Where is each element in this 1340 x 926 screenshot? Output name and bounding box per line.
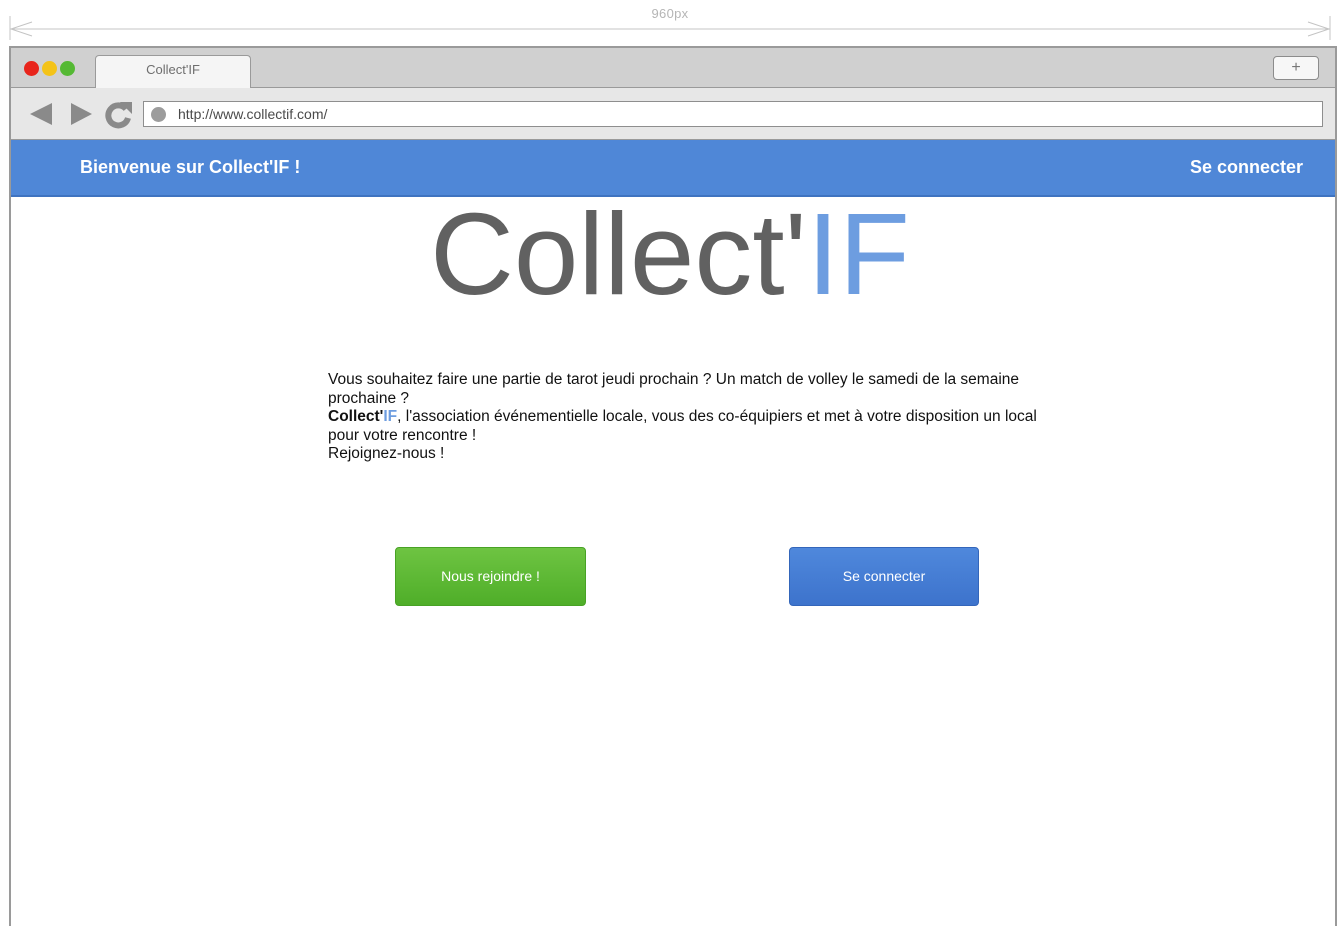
- logo-accent: IF: [806, 189, 910, 319]
- site-logo: Collect'IF: [0, 189, 1340, 319]
- login-button[interactable]: Se connecter: [789, 547, 979, 606]
- browser-window: Collect'IF + http://www.collectif.com/ B…: [9, 46, 1337, 926]
- reload-icon[interactable]: [103, 100, 133, 130]
- intro-brand-accent: IF: [383, 408, 398, 425]
- welcome-message: Bienvenue sur Collect'IF !: [80, 157, 301, 177]
- address-bar: http://www.collectif.com/: [11, 88, 1335, 140]
- browser-tab-bar: Collect'IF +: [11, 48, 1335, 89]
- back-arrow-icon[interactable]: [28, 102, 54, 126]
- new-tab-button[interactable]: +: [1273, 56, 1319, 80]
- url-text: http://www.collectif.com/: [178, 106, 328, 122]
- site-info-icon: [151, 107, 166, 122]
- width-label: 960px: [651, 6, 689, 21]
- browser-tab[interactable]: Collect'IF: [95, 55, 251, 89]
- close-window-icon[interactable]: [24, 61, 39, 76]
- intro-line-2: , l'association événementielle locale, v…: [328, 408, 1037, 444]
- width-annotation: 960px: [0, 0, 1340, 44]
- header-login-link[interactable]: Se connecter: [1190, 157, 1303, 178]
- intro-line-1: Vous souhaitez faire une partie de tarot…: [328, 371, 1020, 407]
- minimize-window-icon[interactable]: [42, 61, 57, 76]
- maximize-window-icon[interactable]: [60, 61, 75, 76]
- intro-brand: Collect'IF: [328, 408, 397, 425]
- forward-arrow-icon[interactable]: [70, 102, 94, 126]
- intro-line-3: Rejoignez-nous !: [328, 445, 445, 462]
- url-field[interactable]: http://www.collectif.com/: [143, 101, 1323, 127]
- intro-brand-main: Collect': [328, 408, 384, 425]
- logo-text: Collect': [430, 189, 807, 319]
- intro-text: Vous souhaitez faire une partie de tarot…: [328, 371, 1048, 464]
- join-button[interactable]: Nous rejoindre !: [395, 547, 586, 606]
